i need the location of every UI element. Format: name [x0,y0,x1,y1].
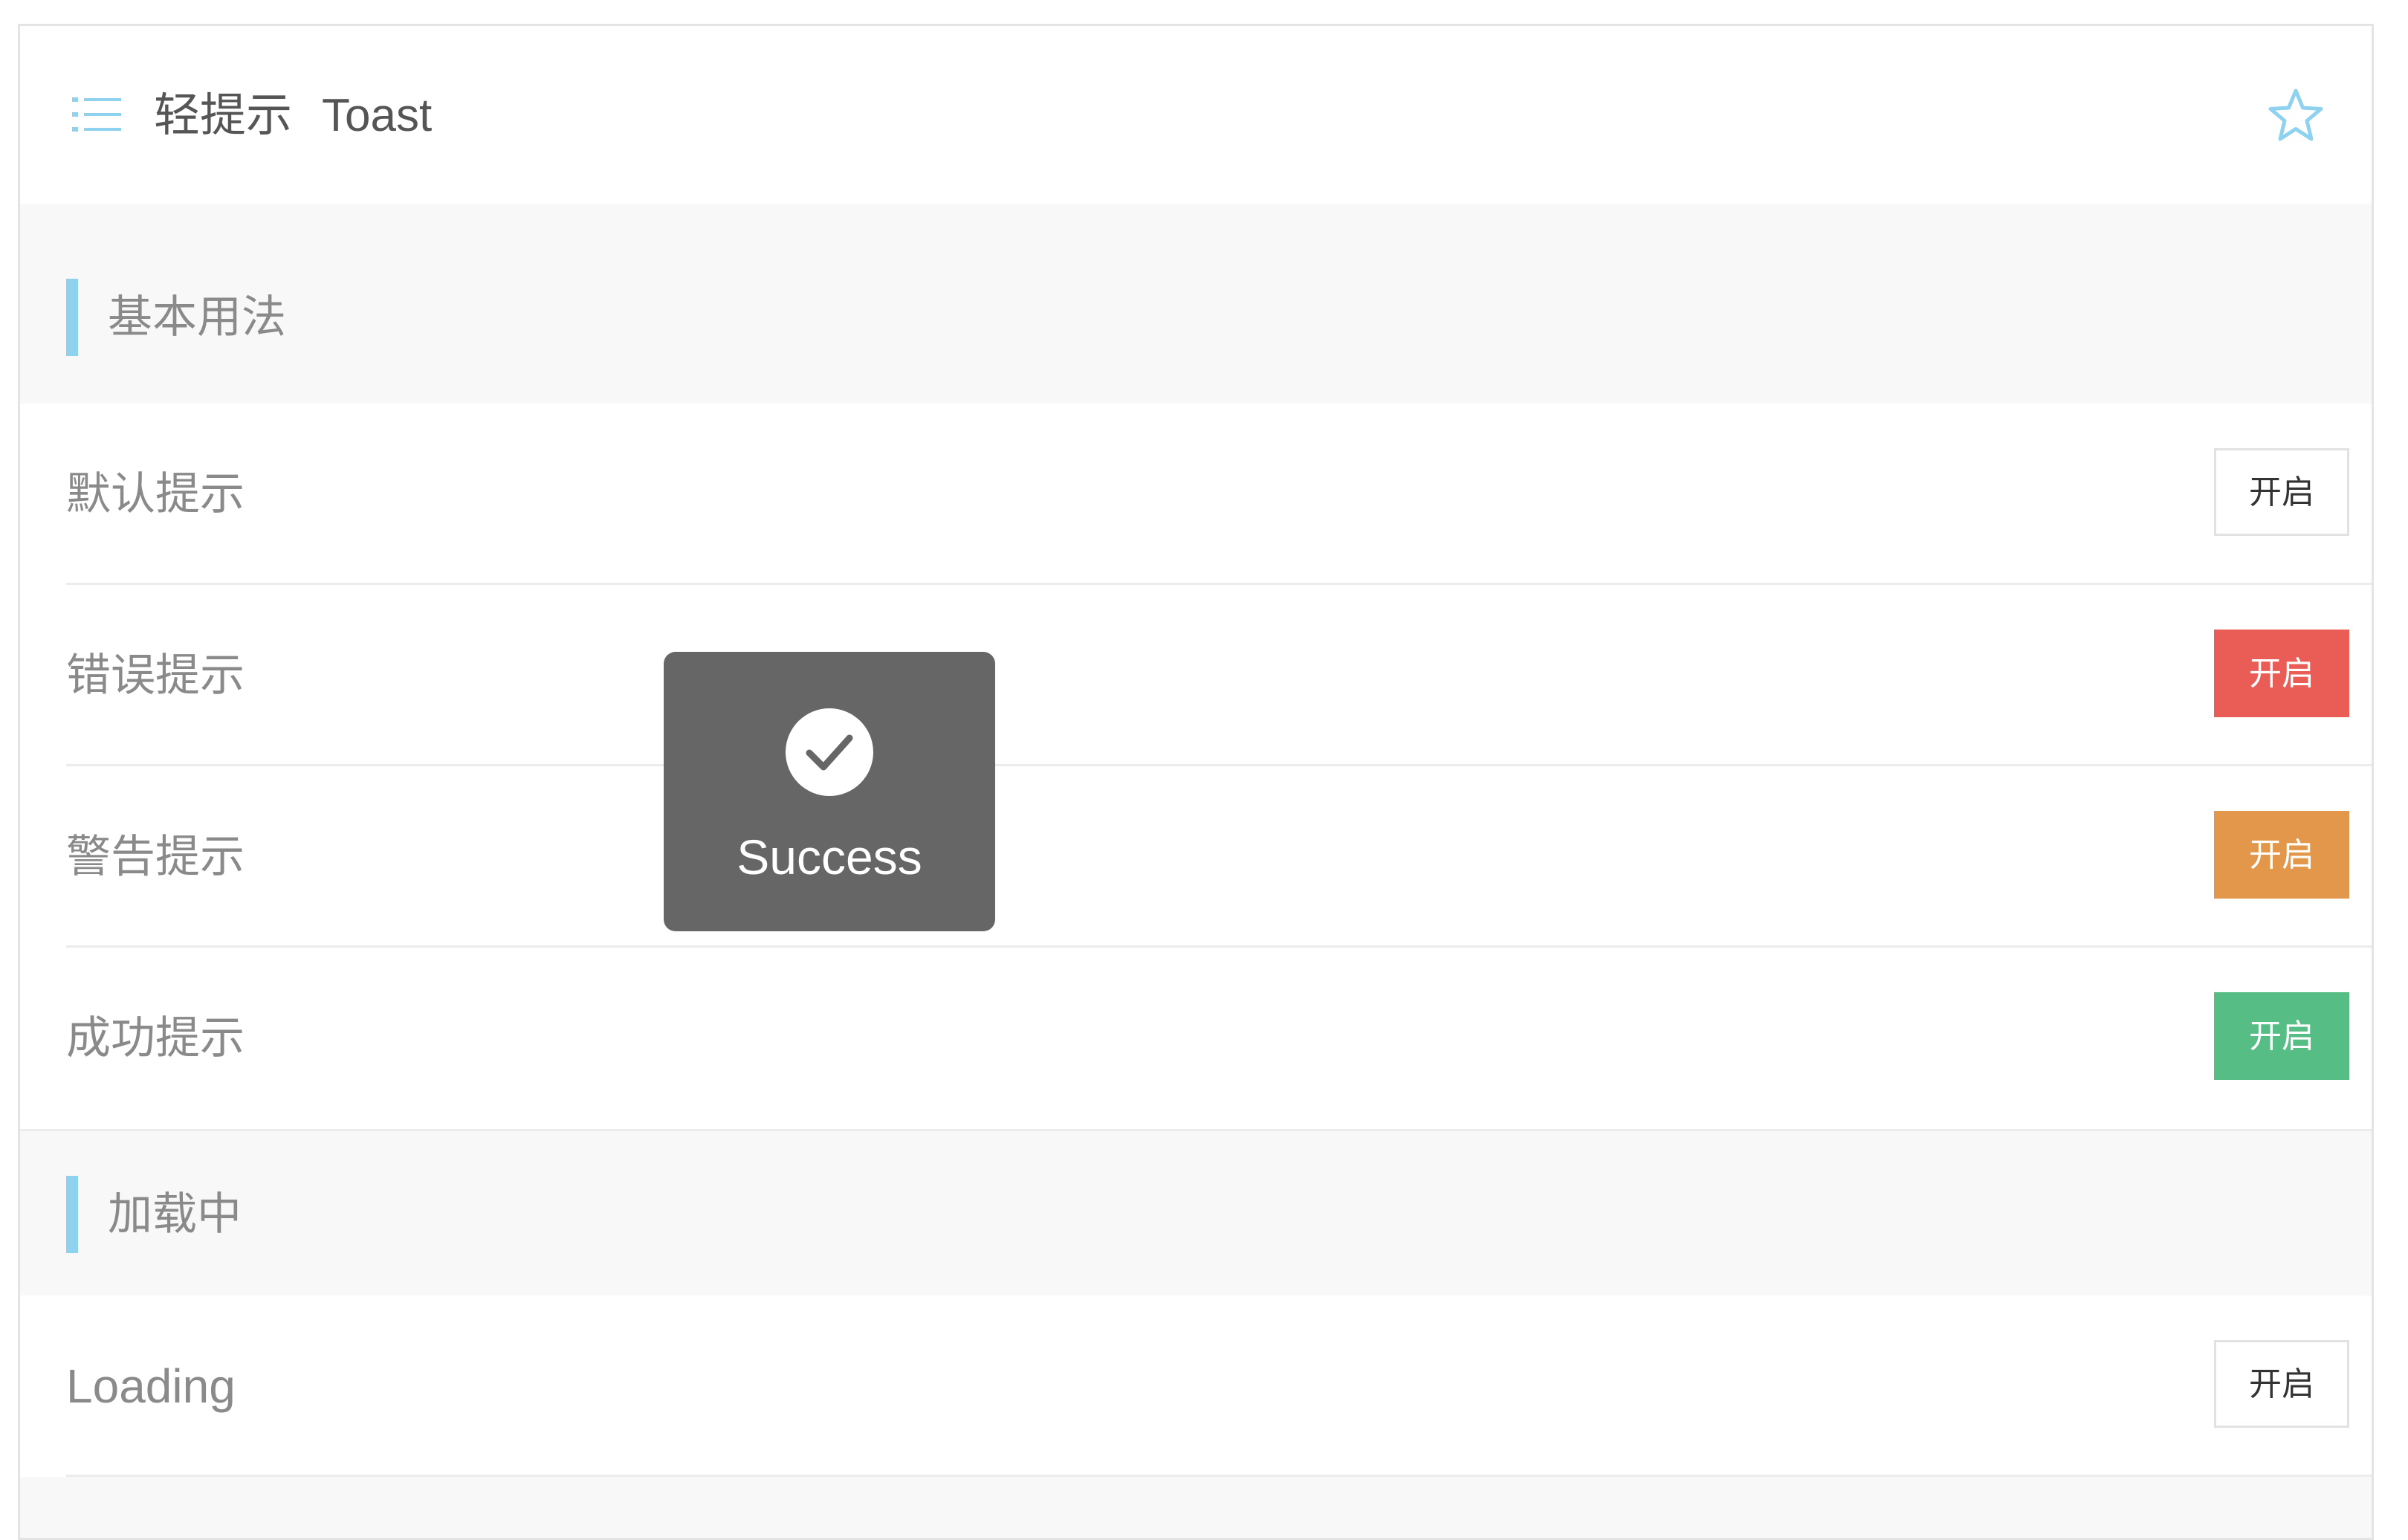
check-circle-icon [786,708,873,796]
row-label: 默认提示 [66,468,245,520]
list-item-error: 错误提示 开启 [20,585,2372,766]
star-icon[interactable] [2268,87,2324,143]
row-label: Loading [66,1359,236,1413]
list-item-default: 默认提示 开启 [20,404,2372,585]
open-default-toast-button[interactable]: 开启 [2214,448,2349,536]
section-accent-bar [66,279,78,356]
section-basic-usage: 基本用法 [20,204,2372,404]
open-success-toast-button[interactable]: 开启 [2214,992,2349,1080]
open-warning-toast-button[interactable]: 开启 [2214,811,2349,899]
list-item-loading: Loading 开启 [20,1295,2372,1477]
section-accent-bar [66,1176,78,1253]
row-label: 成功提示 [66,1012,245,1064]
open-loading-toast-button[interactable]: 开启 [2214,1340,2349,1428]
section-title: 加载中 [108,1188,242,1240]
section-title: 基本用法 [108,291,286,343]
row-label: 错误提示 [66,650,245,702]
list-item-success: 成功提示 开启 [20,948,2372,1129]
row-label: 警告提示 [66,831,245,883]
section-next-partial [20,1477,2372,1538]
success-toast: Success [664,652,995,931]
section-loading: 加载中 [20,1129,2372,1295]
page-title: 轻提示 Toast [154,87,432,144]
toast-demo-panel: 轻提示 Toast 基本用法 默认提示 开启 错误提示 开启 警告提示 开启 成功… [18,24,2374,1540]
page-title-cn: 轻提示 [154,88,293,142]
list-item-warning: 警告提示 开启 [20,766,2372,948]
toast-message: Success [737,829,922,884]
page-header: 轻提示 Toast [20,26,2372,204]
list-icon[interactable] [72,93,121,138]
page-title-en: Toast [322,90,433,141]
open-error-toast-button[interactable]: 开启 [2214,630,2349,717]
